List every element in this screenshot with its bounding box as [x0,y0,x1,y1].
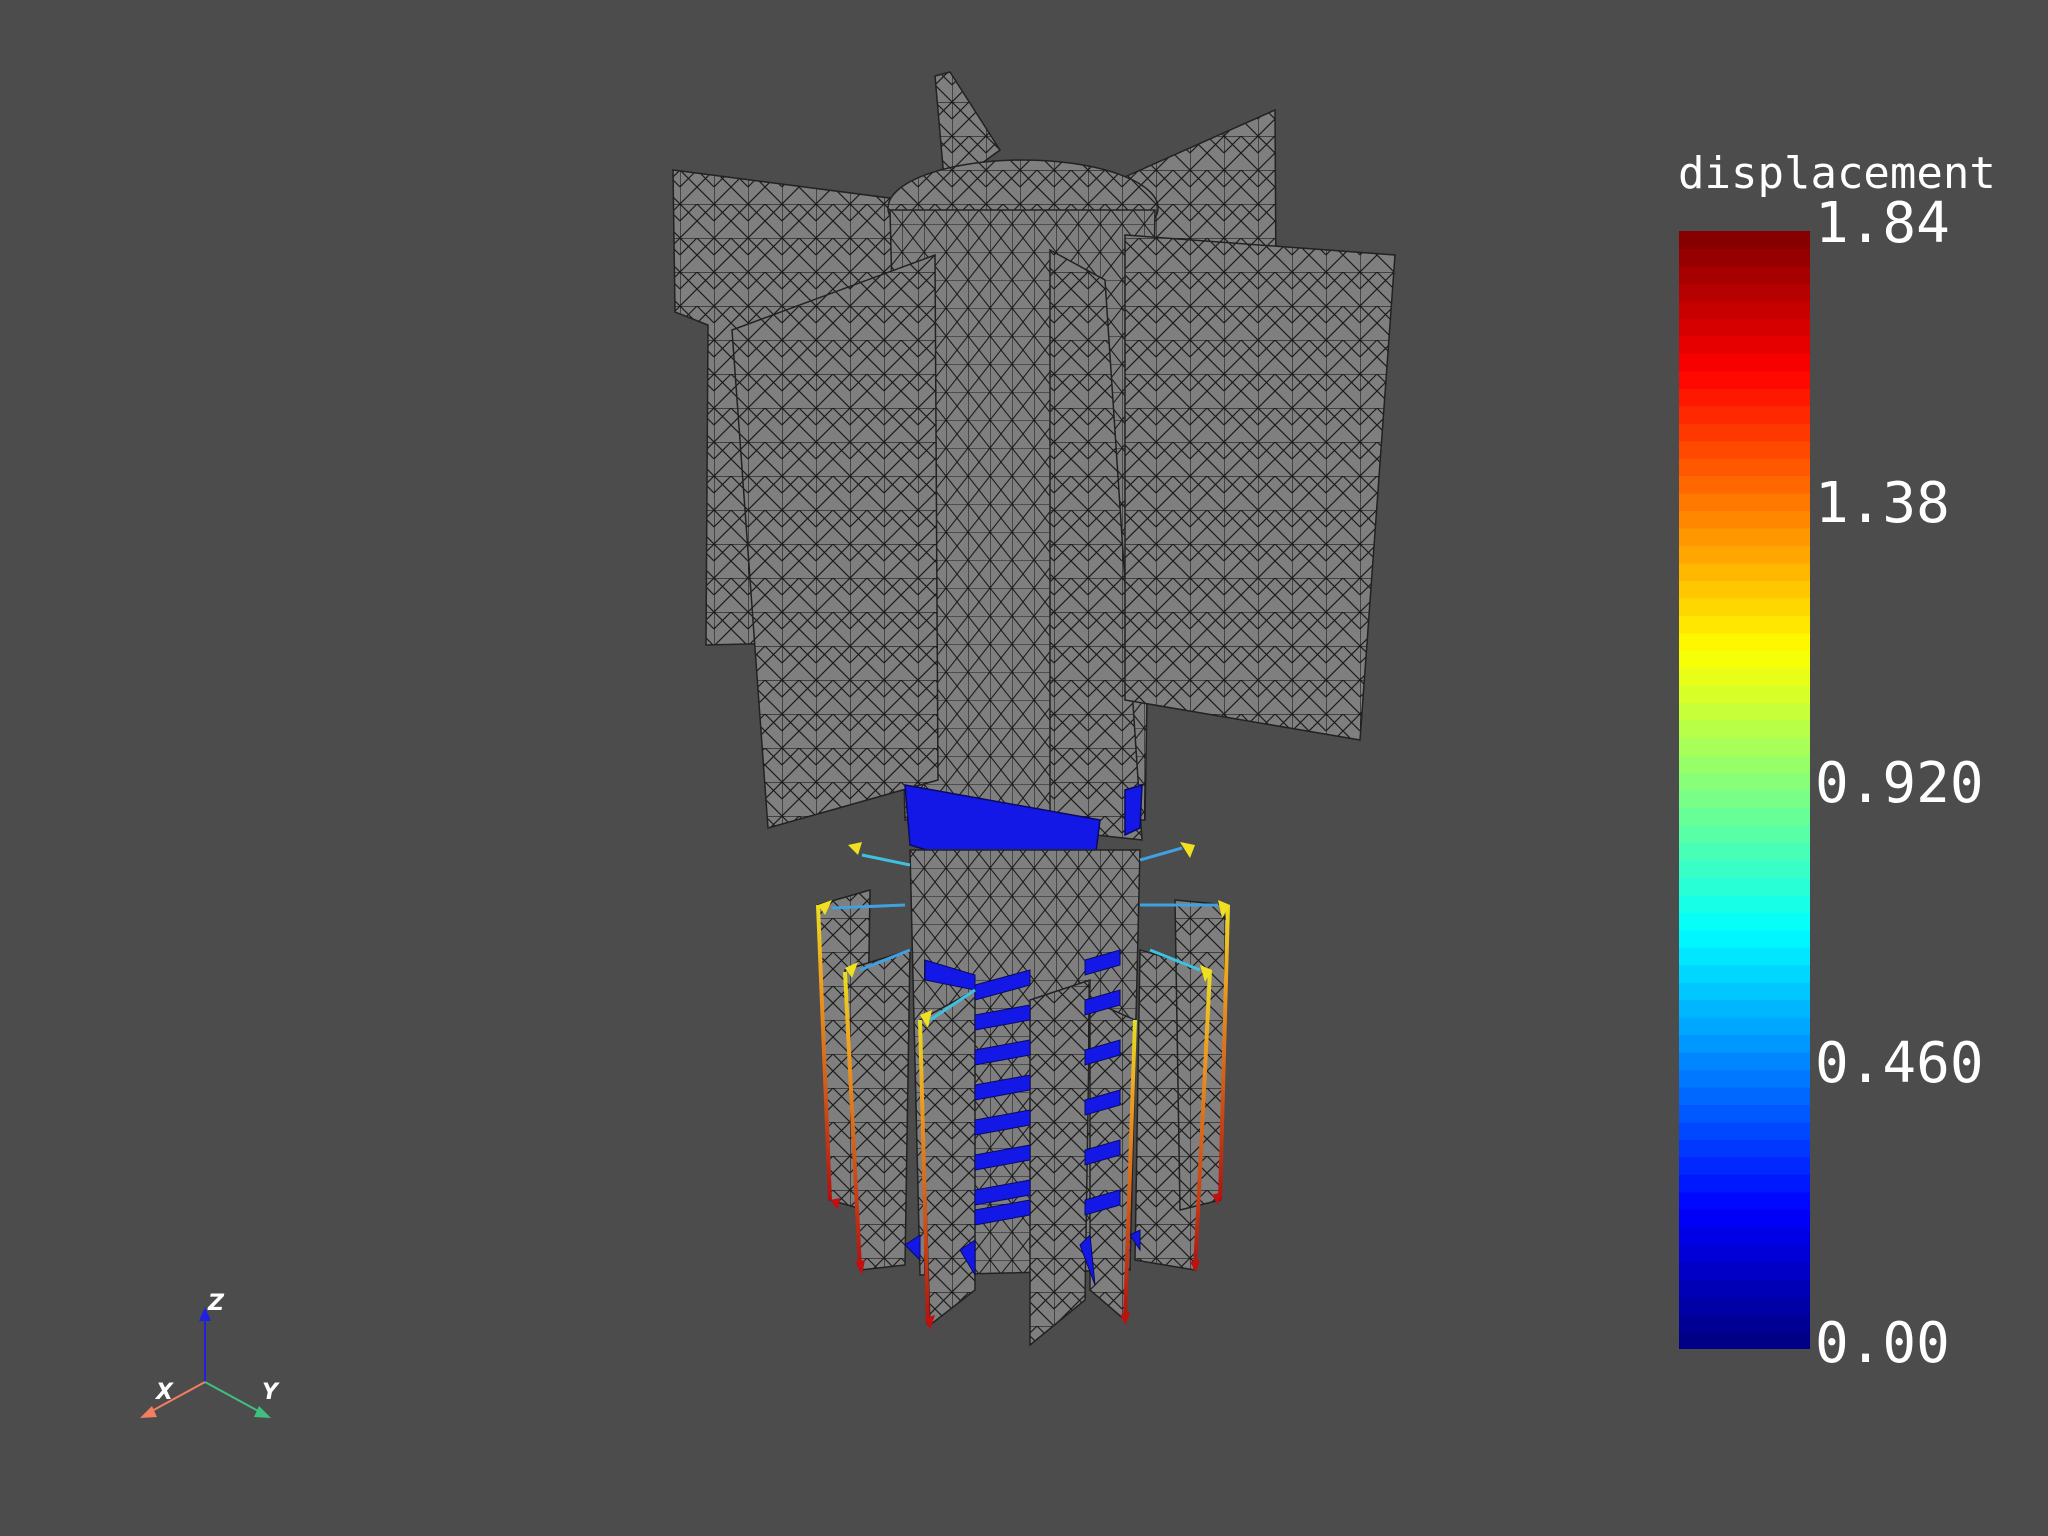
colorbar-band [1679,300,1810,319]
colorbar-band [1679,231,1810,250]
colorbar-band [1679,1174,1810,1193]
colorbar-band [1679,580,1810,599]
colorbar-band [1679,1314,1810,1333]
x-axis-label: X [156,1380,173,1405]
colorbar-band [1679,1261,1810,1280]
colorbar-band [1679,772,1810,791]
colorbar-band [1679,1017,1810,1036]
colorbar [1679,231,1810,1349]
mesh-model [672,71,1396,1347]
colorbar-band [1679,353,1810,372]
colorbar-band [1679,667,1810,686]
colorbar-band [1679,1296,1810,1315]
colorbar-tick-3: 0.920 [1815,751,1984,816]
colorbar-band [1679,912,1810,931]
colorbar-band [1679,1139,1810,1158]
colorbar-band [1679,370,1810,389]
colorbar-band [1679,1244,1810,1263]
colorbar-tick-min: 0.00 [1815,1311,1950,1376]
colorbar-band [1679,1191,1810,1210]
colorbar-band [1679,248,1810,267]
colorbar-band [1679,632,1810,651]
colorbar-band [1679,1052,1810,1071]
colorbar-band [1679,964,1810,983]
colorbar-band [1679,1121,1810,1140]
colorbar-band [1679,982,1810,1001]
colorbar-band [1679,947,1810,966]
colorbar-band [1679,999,1810,1018]
colorbar-band [1679,859,1810,878]
colorbar-band [1679,510,1810,529]
colorbar-band [1679,1069,1810,1088]
colorbar-band [1679,1086,1810,1106]
colorbar-tick-max: 1.84 [1815,191,1950,256]
lower-fin-2 [844,948,911,1271]
lower-fin-4 [1029,978,1091,1347]
colorbar-band [1679,458,1810,477]
x-arrow-icon [140,1406,157,1418]
colorbar-band [1679,475,1810,494]
colorbar-band [1679,1331,1810,1349]
colorbar-band [1679,1279,1810,1298]
y-axis [204,1381,261,1413]
colorbar-band [1679,737,1810,756]
colorbar-band [1679,650,1810,669]
z-axis-label: Z [208,1291,224,1316]
colorbar-band [1679,720,1810,739]
fin-front-right [1124,234,1396,741]
colorbar-band [1679,283,1810,302]
colorbar-band [1679,1226,1810,1245]
colorbar-band [1679,527,1810,547]
colorbar-band [1679,423,1810,442]
y-arrow-icon [254,1406,271,1418]
orientation-axes: Z X Y [130,1285,290,1445]
colorbar-tick-4: 0.460 [1815,1031,1984,1096]
colorbar-band [1679,824,1810,844]
colorbar-band [1679,790,1810,809]
colorbar-band [1679,929,1810,948]
colorbar-band [1679,335,1810,354]
colorbar-band [1679,755,1810,774]
y-axis-label: Y [262,1380,278,1405]
colorbar-band [1679,877,1810,896]
fin-front-left [731,253,939,829]
colorbar-tick-2: 1.38 [1815,471,1950,536]
colorbar-band [1679,318,1810,337]
colorbar-band [1679,807,1810,826]
colorbar-band [1679,405,1810,424]
colorbar-band [1679,1104,1810,1123]
colorbar-band [1679,685,1810,704]
colorbar-band [1679,440,1810,459]
colorbar-band [1679,493,1810,512]
colorbar-band [1679,265,1810,285]
colorbar-band [1679,597,1810,616]
colorbar-band [1679,562,1810,581]
colorbar-band [1679,1209,1810,1228]
colorbar-band [1679,894,1810,913]
colorbar-band [1679,615,1810,634]
colorbar-band [1679,545,1810,564]
colorbar-band [1679,842,1810,861]
collar-band-right [1124,783,1143,837]
colorbar-band [1679,702,1810,721]
colorbar-band [1679,388,1810,407]
colorbar-band [1679,1156,1810,1175]
colorbar-band [1679,1034,1810,1053]
